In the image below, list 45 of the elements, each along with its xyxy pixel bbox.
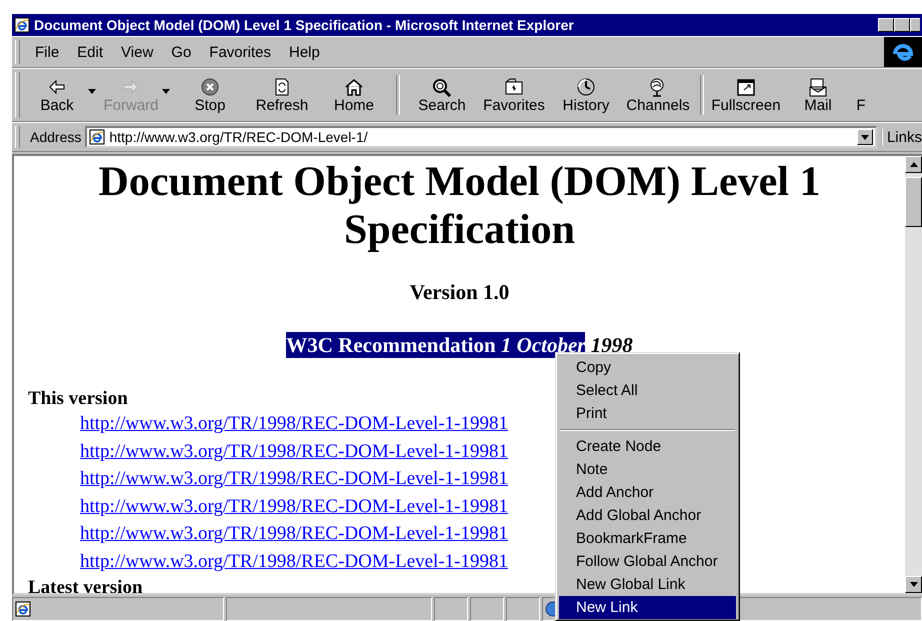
version-link[interactable]: http://www.w3.org/TR/1998/REC-DOM-Level-1-19981 [80,438,508,464]
toolbar-button[interactable]: Fullscreen [710,71,782,119]
toolbar-button[interactable]: History [550,71,622,119]
toolbar-button[interactable]: Favorites [478,71,550,119]
version-link[interactable]: http://www.w3.org/TR/1998/REC-DOM-Level-1-19981 [80,494,508,519]
version-link[interactable]: http://www.w3.org/TR/1998/REC-DOM-Level-1-19981 [80,466,508,492]
toolbar-button[interactable]: F [854,71,868,119]
toolbar-button[interactable]: Channels [622,71,694,119]
address-field[interactable]: http://www.w3.org/TR/REC-DOM-Level-1/ [85,126,877,148]
document-title: Document Object Model (DOM) Level 1 Specification [98,158,822,254]
status-text: W3C Recommendation [286,332,501,358]
menu-item[interactable]: Edit [68,42,112,62]
menu-item[interactable]: View [112,42,162,62]
menu-item[interactable]: Go [162,42,200,62]
version-link[interactable]: http://www.w3.org/TR/1998/REC-DOM-Level-1-19981 [80,548,508,574]
status-text: 1998 [590,332,633,358]
context-menu-item[interactable]: Select All [559,379,736,402]
context-menu-item[interactable]: Create Node [559,435,736,458]
menu-item[interactable]: Favorites [200,42,280,62]
toolbar-button[interactable]: Back [26,71,88,119]
menu-item[interactable]: File [26,42,68,62]
context-menu-item[interactable]: Print [559,402,736,425]
menu-item[interactable]: Help [280,42,329,62]
version-link[interactable]: http://www.w3.org/TR/1998/REC-DOM-Level-1-19981 [80,521,508,546]
context-menu-item[interactable]: New Global Link [559,573,736,596]
window-title: Document Object Model (DOM) Level 1 Specification - Microsoft Internet Explorer [34,17,575,33]
context-menu-item[interactable]: Copy [559,356,736,379]
context-menu-item[interactable]: Follow Global Anchor [559,550,736,573]
version-text: Version 1.0 [408,280,510,304]
context-menu-item[interactable]: Add Global Anchor [559,504,736,527]
context-menu-item[interactable]: Add Anchor [559,481,736,504]
toolbar-button[interactable]: Search [406,71,478,119]
toolbar-button[interactable]: Refresh [246,71,318,119]
version-link[interactable]: http://www.w3.org/TR/1998/REC-DOM-Level-1-19981 [80,411,508,436]
toolbar-button[interactable]: Mail [782,71,854,119]
section-heading: This version [28,387,128,411]
context-menu-item[interactable]: New Link [559,596,736,619]
links-button[interactable]: Links [880,128,922,146]
address-label: Address [30,129,82,145]
toolbar-button[interactable]: Home [318,71,390,119]
toolbar-button[interactable]: Stop [174,71,246,119]
status-text: 1 October [500,332,586,358]
section-heading: Latest version [28,576,143,593]
context-menu-item[interactable]: Note [559,458,736,481]
context-menu-item[interactable]: BookmarkFrame [559,527,736,550]
